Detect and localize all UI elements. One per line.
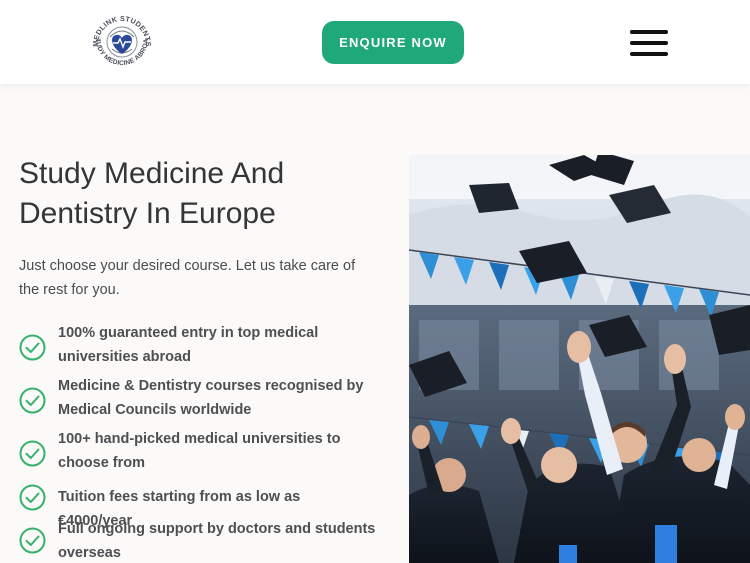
feature-text: Full ongoing support by doctors and stud… bbox=[58, 521, 376, 561]
check-circle-icon bbox=[19, 484, 46, 511]
menu-bar bbox=[630, 30, 668, 34]
graduation-photo bbox=[409, 155, 750, 563]
hamburger-menu-icon[interactable] bbox=[630, 29, 670, 56]
site-header: MEDLINK STUDENTS STUDY MEDICINE ABROAD E… bbox=[0, 0, 750, 84]
feature-text: Medicine & Dentistry courses recognised … bbox=[58, 378, 364, 418]
hero-subtitle: Just choose your desired course. Let us … bbox=[19, 258, 356, 298]
check-circle-icon bbox=[19, 527, 46, 554]
check-circle-icon bbox=[19, 440, 46, 467]
menu-bar bbox=[630, 52, 668, 56]
medlink-logo[interactable]: MEDLINK STUDENTS STUDY MEDICINE ABROAD bbox=[86, 4, 156, 75]
medlink-logo-icon: MEDLINK STUDENTS STUDY MEDICINE ABROAD bbox=[86, 4, 153, 67]
check-circle-icon bbox=[19, 387, 46, 414]
menu-bar bbox=[630, 41, 668, 45]
hero-image bbox=[409, 155, 750, 563]
feature-text: 100% guaranteed entry in top medical uni… bbox=[58, 325, 319, 365]
enquire-now-button[interactable]: ENQUIRE NOW bbox=[322, 21, 464, 64]
check-circle-icon bbox=[19, 334, 46, 361]
feature-text: 100+ hand-picked medical universities to… bbox=[58, 431, 341, 471]
hero-title: Study Medicine And Dentistry In Europe bbox=[19, 157, 285, 230]
